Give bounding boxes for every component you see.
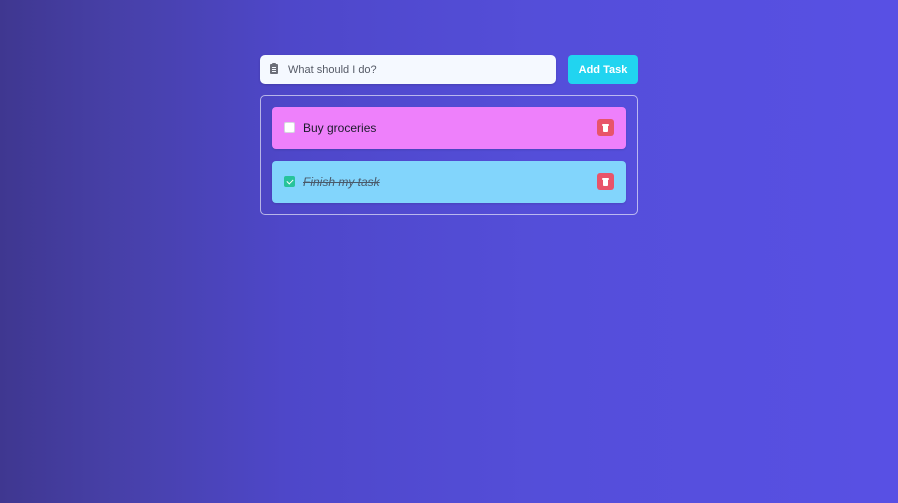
delete-task-button[interactable] [597, 119, 614, 136]
trash-icon [602, 124, 609, 132]
add-task-button[interactable]: Add Task [568, 55, 638, 84]
task-checkbox[interactable] [284, 122, 295, 133]
task-item: Finish my task [272, 161, 626, 203]
task-checkbox[interactable] [284, 176, 295, 187]
task-list: Buy groceries Finish my task [260, 95, 638, 215]
task-input[interactable] [288, 55, 548, 84]
task-form: Add Task [260, 55, 638, 84]
delete-task-button[interactable] [597, 173, 614, 190]
task-item: Buy groceries [272, 107, 626, 149]
task-input-wrapper [260, 55, 556, 84]
clipboard-icon [270, 63, 278, 74]
task-label: Finish my task [303, 175, 380, 189]
task-label: Buy groceries [303, 121, 377, 135]
trash-icon [602, 178, 609, 186]
